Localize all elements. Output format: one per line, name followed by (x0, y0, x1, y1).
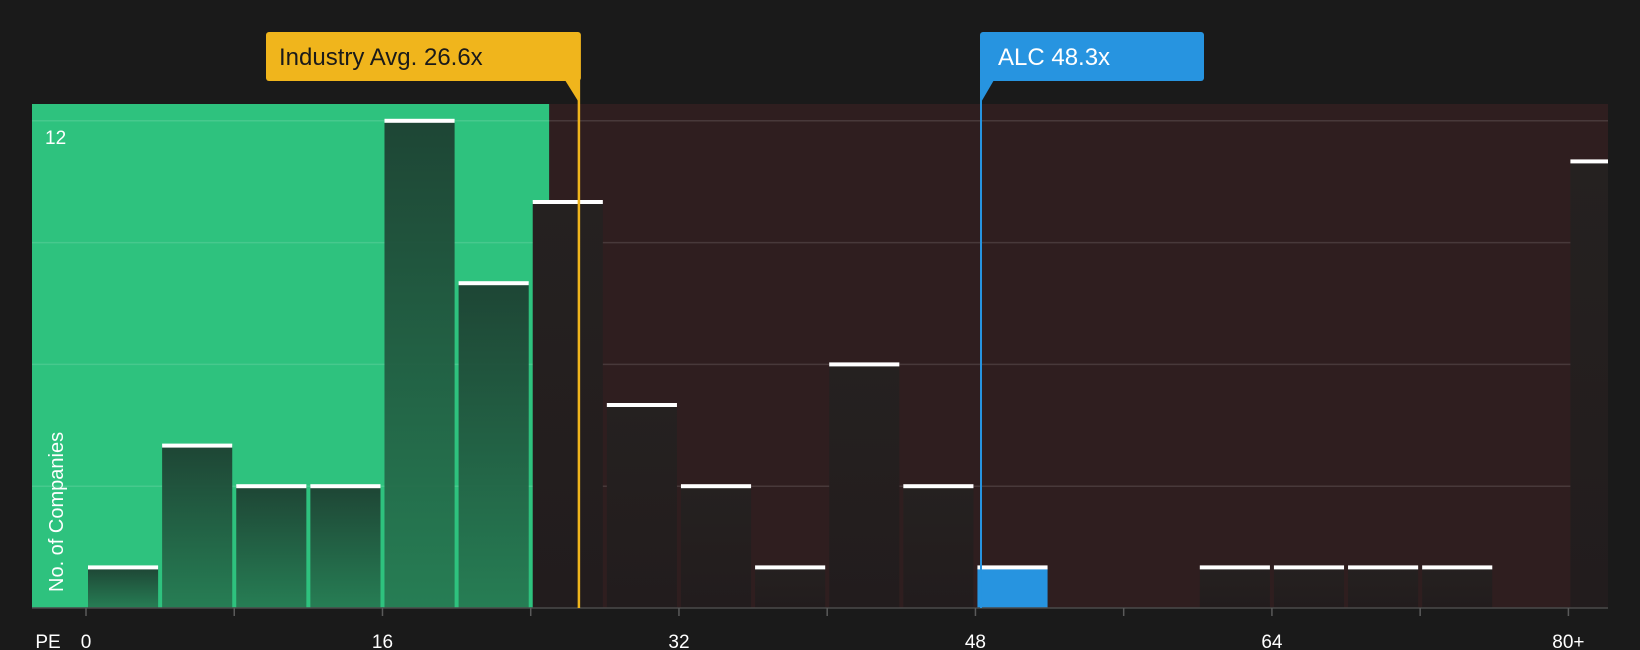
bar-top-cap (310, 484, 381, 489)
bar-top-cap (755, 565, 826, 570)
x-tick-label: 0 (81, 632, 92, 650)
bar-top-cap (236, 484, 307, 489)
x-tick-label: 64 (1261, 632, 1283, 650)
histogram-bar (1570, 161, 1608, 608)
x-tick-label: 32 (668, 632, 689, 650)
histogram-bar (829, 364, 900, 608)
bar-top-cap (1570, 159, 1608, 164)
bar-top-cap (1273, 565, 1345, 570)
histogram-bar (903, 486, 974, 608)
bar-top-cap (532, 200, 603, 204)
bar-top-cap (977, 565, 1048, 570)
histogram-bar (162, 445, 233, 608)
histogram-bar (1273, 567, 1345, 608)
company-pe-callout-pointer (979, 80, 994, 104)
histogram-bar (606, 405, 677, 608)
company-pe-label: ALC 48.3x (998, 44, 1110, 71)
histogram-bar (88, 567, 159, 608)
bar-top-cap (458, 281, 529, 286)
histogram-bar (310, 486, 381, 608)
bar-top-cap (384, 118, 455, 123)
x-tick-label: 80+ (1552, 632, 1584, 650)
bar-top-cap (680, 484, 752, 489)
histogram-bar (1199, 567, 1270, 608)
histogram-bar (532, 202, 603, 608)
histogram-bar (236, 486, 307, 608)
y-tick-label: 12 (45, 128, 66, 149)
x-axis-label: PE (35, 632, 60, 650)
histogram-bar (384, 120, 455, 609)
x-tick-label: 16 (372, 632, 393, 650)
histogram-bar (1422, 567, 1493, 608)
bar-top-cap (1422, 565, 1493, 570)
bar-top-cap (903, 484, 974, 489)
y-axis-label: No. of Companies (46, 432, 68, 592)
bar-highlighted (977, 567, 1048, 608)
bar-top-cap (1199, 565, 1270, 570)
bar-top-cap (1348, 565, 1419, 570)
bar-top-cap (162, 443, 233, 448)
industry-avg-label: Industry Avg. 26.6x (279, 44, 483, 71)
histogram-bar (680, 486, 752, 608)
bar-top-cap (88, 565, 159, 570)
histogram-bar (755, 567, 826, 608)
histogram-bar (1348, 567, 1419, 608)
pe-distribution-chart: Industry Avg. 26.6x ALC 48.3x 0 16 32 48 64 80… (32, 32, 1608, 650)
bar-top-cap (606, 403, 677, 407)
histogram-bar (458, 283, 529, 608)
bar-top-cap (829, 362, 900, 367)
x-tick-label: 48 (965, 632, 986, 650)
